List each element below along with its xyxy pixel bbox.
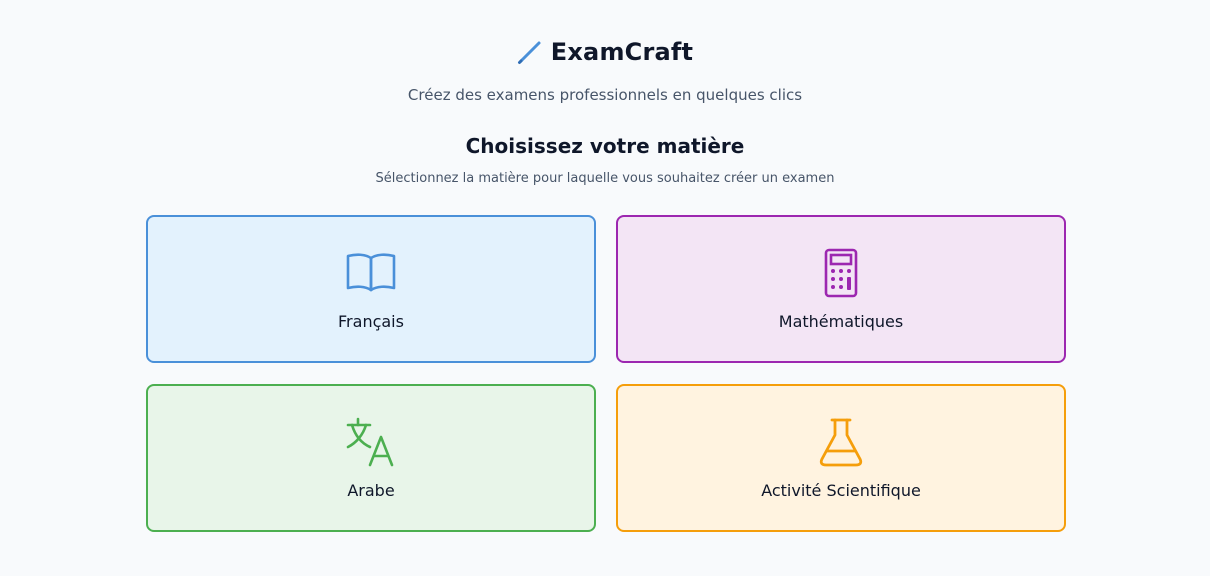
app-title: ExamCraft (550, 38, 694, 66)
app-header: ExamCraft (0, 38, 1210, 66)
subject-label: Activité Scientifique (761, 481, 921, 500)
page-subheading: Sélectionnez la matière pour laquelle vo… (375, 171, 835, 186)
subject-card-mathematiques[interactable]: Mathématiques (616, 215, 1066, 363)
subject-card-francais[interactable]: Français (146, 215, 596, 363)
translate-icon (344, 415, 398, 469)
app-tagline: Créez des examens professionnels en quel… (407, 86, 803, 104)
calculator-icon (814, 246, 868, 300)
subject-label: Mathématiques (778, 312, 904, 331)
subject-grid: Français Mathématiques Arabe Activité Sc… (146, 215, 1066, 532)
subject-card-activite-scientifique[interactable]: Activité Scientifique (616, 384, 1066, 532)
page-heading: Choisissez votre matière (465, 134, 745, 158)
app-page: ExamCraft Créez des examens professionne… (0, 0, 1210, 576)
pencil-icon (517, 39, 543, 65)
subject-card-arabe[interactable]: Arabe (146, 384, 596, 532)
subject-label: Arabe (347, 481, 395, 500)
flask-icon (814, 415, 868, 469)
book-icon (344, 246, 398, 300)
subject-label: Français (338, 312, 404, 331)
